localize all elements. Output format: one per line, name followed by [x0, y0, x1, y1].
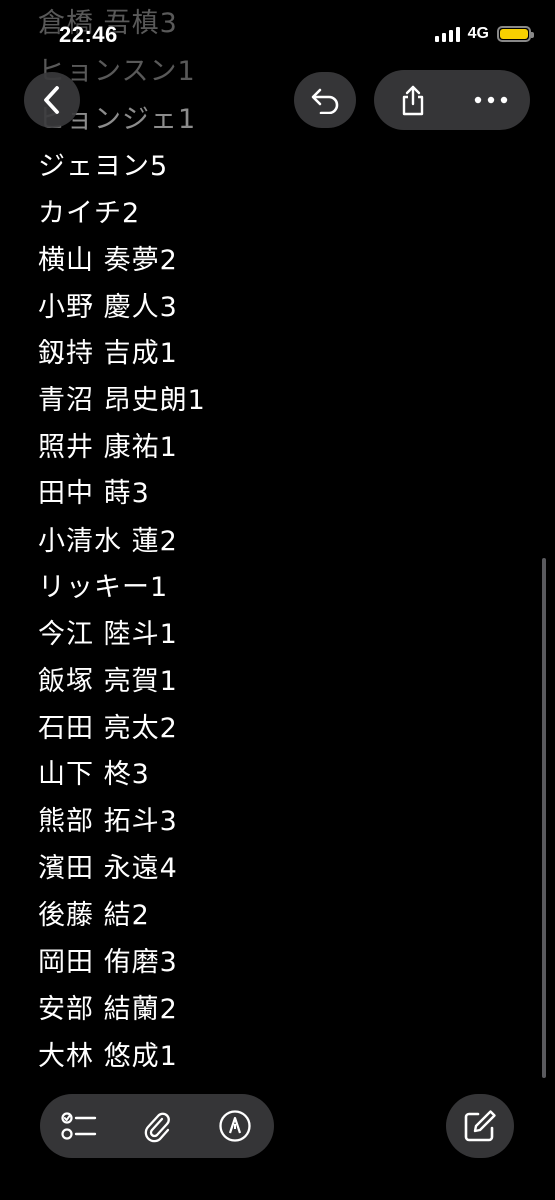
- status-indicators: 4G: [434, 25, 534, 43]
- checklist-button[interactable]: [40, 1094, 118, 1158]
- pen-markup-icon: [219, 1110, 251, 1142]
- attachment-button[interactable]: [118, 1094, 196, 1158]
- note-line: カイチ2: [38, 198, 141, 229]
- battery-icon: [497, 26, 534, 42]
- note-line: 照井 康祐1: [38, 432, 178, 463]
- share-button[interactable]: [374, 70, 452, 130]
- scroll-indicator[interactable]: [542, 558, 546, 1078]
- cellular-signal-icon: [434, 26, 460, 42]
- note-line: ジェヨン5: [38, 151, 169, 182]
- undo-icon: [311, 88, 339, 114]
- note-line: リッキー1: [38, 572, 169, 603]
- undo-button[interactable]: [294, 72, 356, 128]
- share-icon: [402, 85, 424, 116]
- note-line: 後藤 結2: [38, 900, 150, 931]
- compose-icon: [464, 1110, 496, 1142]
- note-line: 安部 結蘭2: [38, 994, 178, 1025]
- bottom-tools-pill: [40, 1094, 274, 1158]
- note-line: 釼持 吉成1: [38, 338, 178, 369]
- note-line: 横山 奏夢2: [38, 245, 178, 276]
- note-line: 山下 柊3: [38, 759, 150, 790]
- note-line: 石田 亮太2: [38, 713, 178, 744]
- checklist-icon: [61, 1112, 97, 1140]
- more-icon: [474, 96, 508, 104]
- chevron-left-icon: [44, 86, 59, 114]
- note-line: 濱田 永遠4: [38, 853, 178, 884]
- markup-button[interactable]: [196, 1094, 274, 1158]
- network-type: 4G: [467, 25, 489, 42]
- back-button[interactable]: [24, 72, 80, 128]
- note-line: 熊部 拓斗3: [38, 806, 178, 837]
- note-line: 岡田 侑磨3: [38, 947, 178, 978]
- actions-pill: [374, 70, 530, 130]
- compose-button[interactable]: [446, 1094, 514, 1158]
- note-line: 田中 蒔3: [38, 478, 150, 509]
- note-line: 小野 慶人3: [38, 292, 178, 323]
- status-time: 22:46: [59, 22, 118, 47]
- note-line: 今江 陸斗1: [38, 619, 178, 650]
- paperclip-icon: [144, 1112, 170, 1143]
- note-line: 小清水 蓮2: [38, 526, 178, 557]
- more-button[interactable]: [452, 70, 530, 130]
- note-line: 飯塚 亮賀1: [38, 666, 178, 697]
- note-line: 青沼 昂史朗1: [38, 385, 206, 416]
- note-line: 大林 悠成1: [38, 1041, 178, 1072]
